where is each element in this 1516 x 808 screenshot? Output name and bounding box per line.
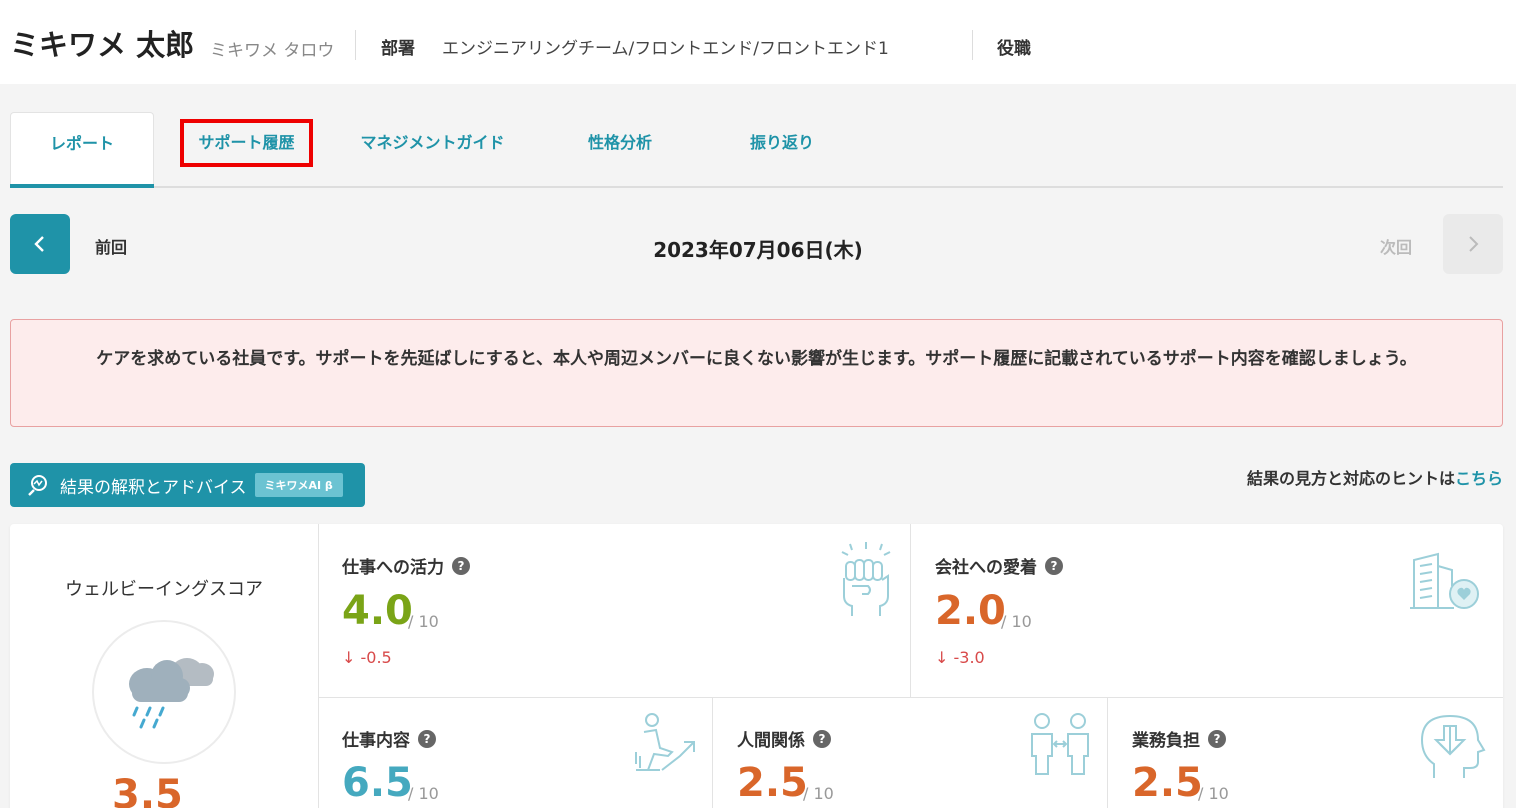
hint-label: 結果の見方と対応のヒントは bbox=[1246, 469, 1455, 488]
fist-icon bbox=[841, 542, 891, 616]
tab-management-guide[interactable]: マネジメントガイド bbox=[340, 112, 525, 174]
ai-advice-button[interactable]: 結果の解釈とアドバイス ミキワメAI β bbox=[10, 463, 365, 507]
chevron-right-icon bbox=[1469, 236, 1479, 252]
hint-text: 結果の見方と対応のヒントはこちら bbox=[1247, 465, 1503, 489]
role-label: 役職 bbox=[997, 39, 1031, 59]
tab-personality[interactable]: 性格分析 bbox=[570, 112, 670, 174]
metric-delta: ↓ -3.0 bbox=[935, 648, 985, 667]
people-icon bbox=[1031, 713, 1089, 775]
wellbeing-icon-circle bbox=[92, 620, 236, 764]
metric-title: 会社への愛着? bbox=[935, 553, 1063, 578]
metric-score: 2.5 bbox=[737, 760, 808, 806]
metric-score: 2.0 bbox=[935, 588, 1006, 634]
wellbeing-title: ウェルビーイングスコア bbox=[65, 579, 263, 600]
tab-support-history[interactable]: サポート履歴 bbox=[180, 119, 313, 167]
hint-link[interactable]: こちら bbox=[1455, 469, 1503, 488]
metric-score: 2.5 bbox=[1132, 760, 1203, 806]
employee-kana: ミキワメ タロウ bbox=[210, 41, 335, 61]
employee-name: ミキワメ 太郎 bbox=[10, 28, 195, 62]
metric-title: 業務負担? bbox=[1132, 726, 1226, 751]
ai-badge: ミキワメAI β bbox=[254, 473, 343, 497]
next-label: 次回 bbox=[1380, 238, 1413, 257]
panel-divider bbox=[712, 697, 713, 808]
next-button[interactable] bbox=[1443, 214, 1503, 274]
metric-title: 仕事内容? bbox=[342, 726, 436, 751]
help-icon[interactable]: ? bbox=[813, 729, 831, 748]
metric-denominator: / 10 bbox=[1001, 612, 1032, 631]
ai-search-icon bbox=[28, 475, 47, 496]
header-divider bbox=[972, 30, 973, 60]
building-heart-icon bbox=[1410, 552, 1479, 609]
metric-denominator: / 10 bbox=[1198, 784, 1229, 803]
tab-report[interactable]: レポート bbox=[10, 112, 154, 184]
help-icon[interactable]: ? bbox=[1045, 556, 1063, 575]
arrow-down-icon: ↓ bbox=[935, 648, 949, 667]
tab-reflection[interactable]: 振り返り bbox=[732, 112, 832, 174]
wellbeing-score: 3.5 bbox=[112, 772, 183, 808]
panel-divider bbox=[910, 524, 911, 697]
ai-advice-label: 結果の解釈とアドバイス bbox=[60, 477, 247, 498]
tab-bar: レポート サポート履歴 マネジメントガイド 性格分析 振り返り bbox=[10, 112, 1503, 188]
arrow-down-icon: ↓ bbox=[342, 648, 356, 667]
help-icon[interactable]: ? bbox=[452, 556, 470, 575]
profile-header: ミキワメ 太郎 ミキワメ タロウ 部署 エンジニアリングチーム/フロントエンド/… bbox=[0, 0, 1516, 84]
dept-label: 部署 bbox=[381, 39, 415, 59]
panel-divider bbox=[1107, 697, 1108, 808]
metric-denominator: / 10 bbox=[408, 612, 439, 631]
person-growth-icon bbox=[635, 713, 695, 771]
metric-score: 6.5 bbox=[342, 760, 413, 806]
care-alert: ケアを求めている社員です。サポートを先延ばしにすると、本人や周辺メンバーに良くな… bbox=[10, 319, 1503, 427]
metric-title: 人間関係? bbox=[737, 726, 831, 751]
header-divider bbox=[355, 30, 356, 60]
head-down-arrow-icon bbox=[1420, 714, 1486, 778]
report-date: 2023年07月06日(木) bbox=[653, 238, 863, 262]
active-tab-indicator bbox=[10, 184, 154, 188]
metric-score: 4.0 bbox=[342, 588, 413, 634]
metric-delta: ↓ -0.5 bbox=[342, 648, 392, 667]
panel-divider bbox=[318, 524, 319, 808]
panel-divider bbox=[318, 697, 1503, 698]
dept-value: エンジニアリングチーム/フロントエンド/フロントエンド1 bbox=[442, 39, 889, 59]
metric-denominator: / 10 bbox=[408, 784, 439, 803]
tab-underline bbox=[10, 186, 1503, 188]
metric-title: 仕事への活力? bbox=[342, 553, 470, 578]
help-icon[interactable]: ? bbox=[418, 729, 436, 748]
metric-denominator: / 10 bbox=[803, 784, 834, 803]
help-icon[interactable]: ? bbox=[1208, 729, 1226, 748]
rain-cloud-icon bbox=[129, 658, 214, 729]
